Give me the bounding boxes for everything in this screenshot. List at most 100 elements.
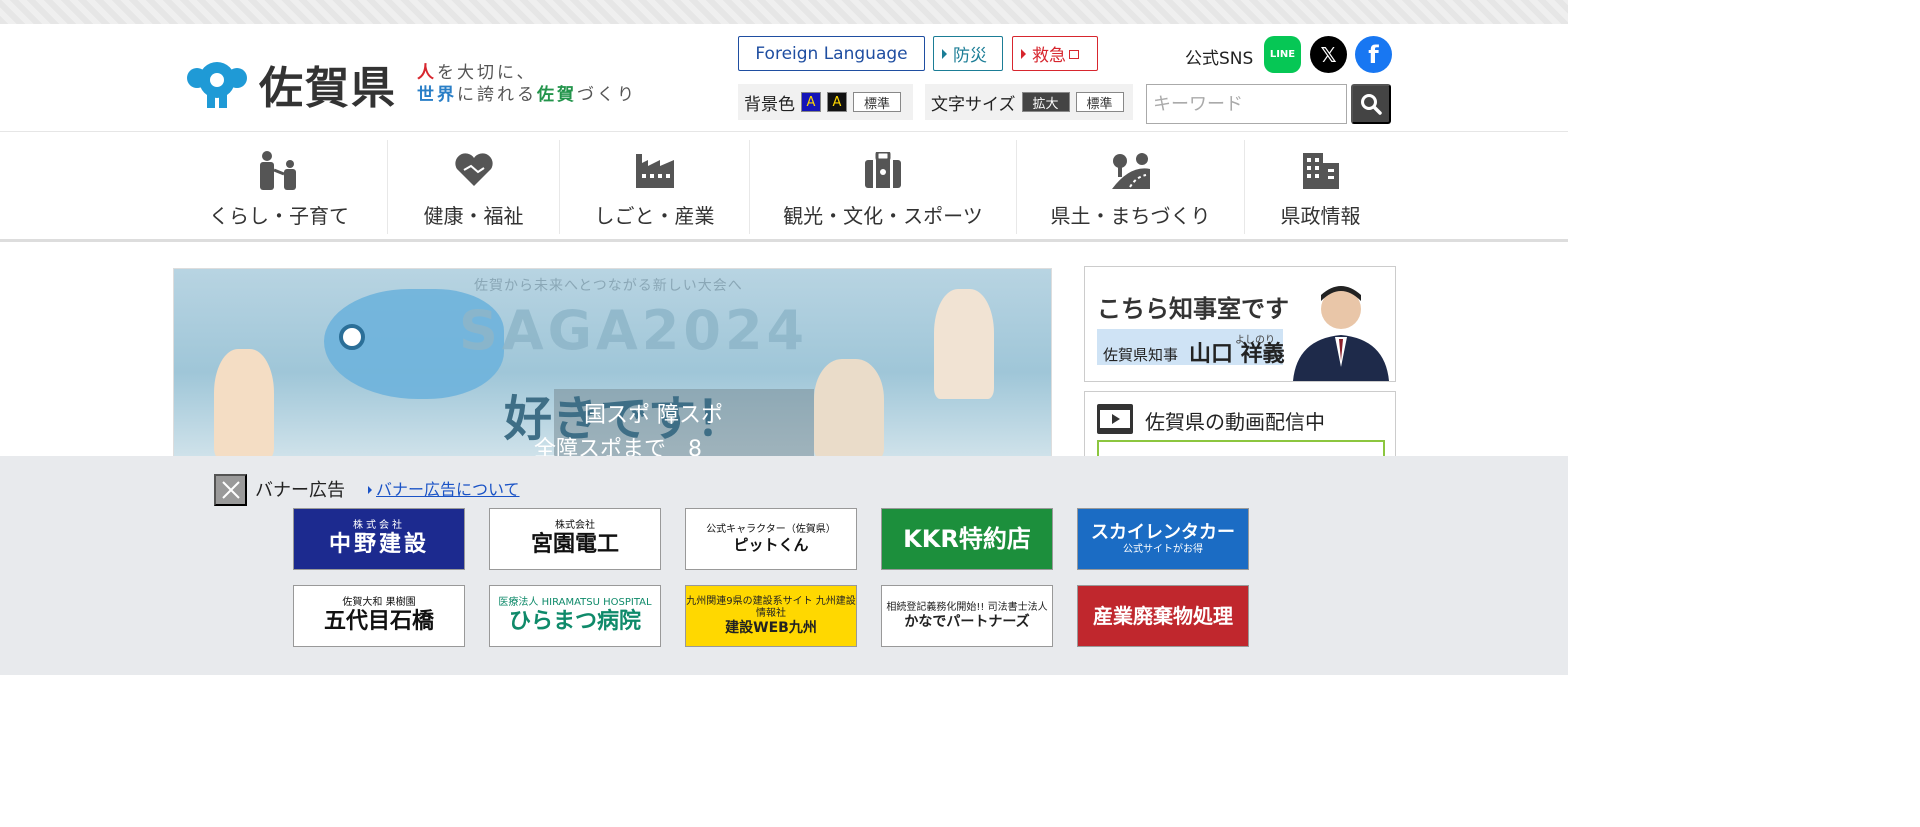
hero-banner[interactable]: 佐賀から未来へとつながる新しい大会へ SAGA2024 好きです！ 国スポ 障ス… — [173, 268, 1052, 458]
nav-label: 県土・まちづくり — [1050, 204, 1211, 228]
foreign-language-button[interactable]: Foreign Language — [738, 36, 925, 71]
nav-label: 県政情報 — [1280, 204, 1361, 228]
bg-standard-button[interactable]: 標準 — [853, 92, 901, 112]
nav-item-kendo[interactable]: 県土・まちづくり — [1016, 140, 1244, 234]
ad-sub: 九州関連9県の建設系サイト 九州建設情報社 — [686, 595, 856, 619]
search-icon — [1361, 94, 1382, 115]
font-size-label: 文字サイズ — [931, 94, 1016, 115]
bg-blue-button[interactable]: A — [801, 92, 821, 112]
ad-main: 五代目石橋 — [323, 608, 434, 634]
tagline-part: づくり — [577, 85, 637, 105]
ad-sub: 公式サイトがお得 — [1123, 543, 1203, 555]
nav-item-shigoto[interactable]: しごと・産業 — [559, 140, 749, 234]
governor-office-card[interactable]: こちら知事室です 佐賀県知事 よしのり 山口 祥義 — [1084, 266, 1396, 382]
factory-icon — [634, 146, 676, 194]
ad-sub: 株式会社 — [352, 519, 405, 531]
banner-about-link[interactable]: バナー広告について — [368, 476, 520, 500]
ad-main: スカイレンタカー — [1091, 522, 1235, 544]
font-standard-button[interactable]: 標準 — [1075, 92, 1124, 112]
triangle-right-icon — [942, 48, 947, 59]
main-content: 佐賀から未来へとつながる新しい大会へ SAGA2024 好きです！ 国スポ 障ス… — [0, 242, 1568, 470]
site-header: 佐賀県 人を大切に、 世界に誇れる佐賀づくり Foreign Language … — [0, 24, 1568, 132]
ad-sub: 佐賀大和 果樹園 — [342, 596, 416, 608]
ad-main: ピットくん — [733, 536, 809, 554]
ad-main: 建設WEB九州 — [725, 619, 817, 636]
fish-eye-illustration — [339, 324, 365, 350]
nav-label: しごと・産業 — [594, 204, 715, 228]
banner-ad[interactable]: 相続登記義務化開始!! 司法書士法人 かなでパートナーズ — [881, 585, 1053, 647]
family-icon — [254, 146, 304, 194]
triangle-right-icon — [1021, 48, 1026, 59]
ad-sub: 公式キャラクター（佐賀県） — [706, 524, 836, 535]
banner-ad[interactable]: 公式キャラクター（佐賀県） ピットくん — [685, 508, 857, 570]
emergency-button[interactable]: 救急 — [1012, 36, 1098, 71]
top-decorative-strip — [0, 0, 1568, 24]
global-nav: くらし・子育て 健康・福祉 しごと・産業 観光・文化・スポーツ 県土・まちづくり… — [0, 132, 1568, 242]
sns-label: 公式SNS — [1185, 49, 1254, 69]
hero-big-text: SAGA2024 — [459, 299, 809, 362]
bg-black-button[interactable]: A — [827, 92, 847, 112]
logo-title: 佐賀県 — [259, 63, 397, 114]
ad-main: かなでパートナーズ — [904, 613, 1030, 630]
emergency-label: 救急 — [1032, 46, 1066, 66]
video-title: 佐賀県の動画配信中 — [1145, 410, 1325, 434]
ad-sub: 株式会社 — [554, 519, 595, 531]
search-button[interactable] — [1351, 84, 1391, 124]
disaster-prevention-label: 防災 — [953, 46, 987, 66]
video-card[interactable]: 佐賀県の動画配信中 — [1084, 391, 1396, 470]
facebook-icon[interactable]: f — [1355, 36, 1392, 73]
banner-ad[interactable]: 九州関連9県の建設系サイト 九州建設情報社 建設WEB九州 — [685, 585, 857, 647]
heart-handshake-icon — [454, 146, 494, 194]
ad-sub: 医療法人 HIRAMATSU HOSPITAL — [498, 596, 652, 608]
building-icon — [1301, 146, 1341, 194]
governor-name: 山口 祥義 — [1189, 342, 1285, 367]
nav-item-kenkou[interactable]: 健康・福祉 — [387, 140, 559, 234]
banner-about-label: バナー広告について — [376, 480, 520, 499]
tagline-part: 人 — [417, 63, 437, 83]
governor-photo — [1293, 286, 1389, 381]
background-color-label: 背景色 — [744, 94, 795, 115]
ad-main: 中野建設 — [328, 531, 429, 557]
road-tree-icon — [1110, 146, 1152, 194]
font-enlarge-button[interactable]: 拡大 — [1021, 92, 1070, 112]
banner-ad[interactable]: 株式会社 中野建設 — [293, 508, 465, 570]
disaster-prevention-button[interactable]: 防災 — [933, 36, 1003, 71]
ad-main: 宮園電工 — [530, 531, 619, 557]
font-size-settings: 文字サイズ 拡大 標準 — [925, 84, 1133, 120]
tagline-part: を大切に、 — [437, 63, 537, 83]
ad-main: KKR特約店 — [903, 524, 1031, 553]
suitcase-icon — [863, 146, 903, 194]
banner-ad[interactable]: KKR特約店 — [881, 508, 1053, 570]
person-illustration — [934, 289, 994, 399]
governor-title: こちら知事室です — [1097, 295, 1289, 323]
site-logo[interactable]: 佐賀県 人を大切に、 世界に誇れる佐賀づくり — [185, 52, 637, 116]
banner-heading: バナー広告 — [255, 480, 345, 501]
banner-ad[interactable]: 株式会社 宮園電工 — [489, 508, 661, 570]
background-color-settings: 背景色 A A 標準 — [738, 84, 913, 120]
line-icon[interactable]: LINE — [1264, 36, 1301, 73]
search-input[interactable] — [1146, 84, 1347, 124]
x-icon[interactable]: 𝕏 — [1310, 36, 1347, 73]
nav-label: 健康・福祉 — [423, 204, 524, 228]
saga-logo-icon — [185, 58, 249, 110]
nav-label: 観光・文化・スポーツ — [783, 204, 983, 228]
banner-ad[interactable]: スカイレンタカー 公式サイトがお得 — [1077, 508, 1249, 570]
banner-ad[interactable]: 産業廃棄物処理 — [1077, 585, 1249, 647]
nav-label: くらし・子育て — [209, 204, 349, 228]
close-icon — [221, 481, 240, 499]
ad-sub: 相続登記義務化開始!! 司法書士法人 — [886, 601, 1048, 613]
tagline-part: 佐賀 — [537, 85, 577, 105]
hero-panel-line1: 国スポ 障スポ — [584, 403, 723, 428]
nav-item-kankou[interactable]: 観光・文化・スポーツ — [749, 140, 1016, 234]
person-illustration — [214, 349, 274, 457]
nav-item-kensei[interactable]: 県政情報 — [1244, 140, 1396, 234]
tagline-part: に誇れる — [457, 85, 537, 105]
banner-ad[interactable]: 医療法人 HIRAMATSU HOSPITAL ひらまつ病院 — [489, 585, 661, 647]
hero-subtitle: 佐賀から未来へとつながる新しい大会へ — [474, 278, 743, 294]
close-banner-button[interactable] — [214, 474, 247, 506]
banner-ad[interactable]: 佐賀大和 果樹園 五代目石橋 — [293, 585, 465, 647]
video-icon — [1097, 404, 1133, 434]
nav-item-kurashi[interactable]: くらし・子育て — [190, 140, 368, 234]
ad-main: ひらまつ病院 — [508, 608, 641, 634]
tagline: 人を大切に、 世界に誇れる佐賀づくり — [417, 62, 637, 106]
